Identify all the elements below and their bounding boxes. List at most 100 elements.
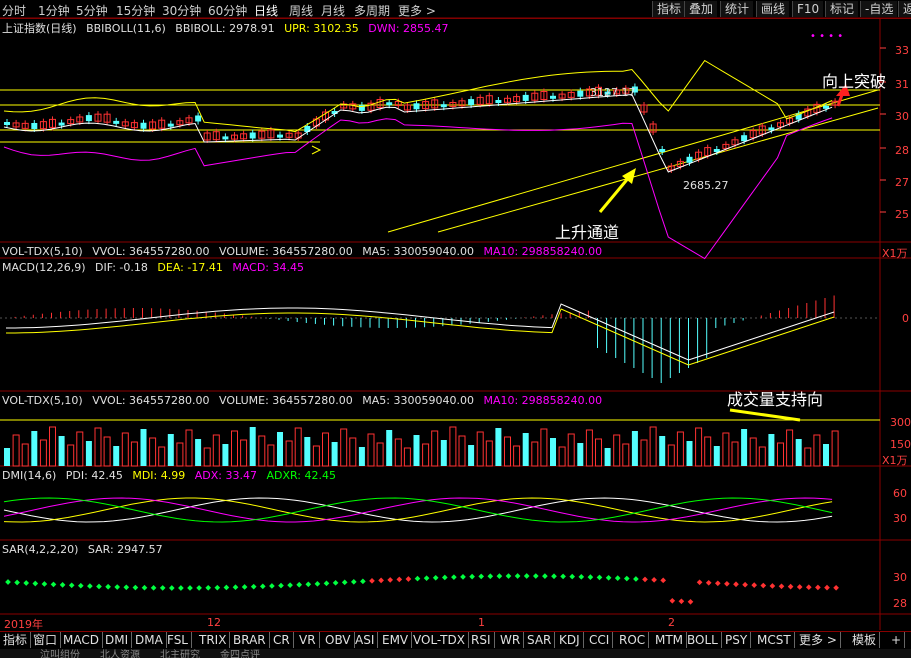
volume-bar: [823, 444, 829, 466]
sar-indicator-name[interactable]: SAR(4,2,2,20): [2, 543, 78, 556]
macd-indicator-name[interactable]: MACD(12,26,9): [2, 261, 86, 274]
candle-body: [577, 90, 584, 97]
tab-template[interactable]: 模板: [849, 632, 881, 648]
sar-dot: [214, 584, 221, 591]
volume-bar: [21, 443, 29, 467]
vol-indicator-name[interactable]: VOL-TDX(5,10): [2, 394, 83, 407]
volume-bar: [277, 432, 283, 466]
volume-bar: [240, 439, 248, 467]
sar-dot: [87, 583, 93, 589]
subbar-item[interactable]: 北主研究: [160, 649, 200, 658]
volume-bar: [4, 448, 10, 466]
tab-vr[interactable]: VR: [296, 632, 320, 648]
volume-bar: [531, 441, 539, 467]
volume-bar: [349, 437, 357, 467]
tab-kdj[interactable]: KDJ: [556, 632, 584, 648]
dmi-line: [3, 497, 833, 523]
tab-psy[interactable]: PSY: [722, 632, 752, 648]
sar-dot: [796, 584, 803, 590]
ma10-value: MA10: 298858240.00: [483, 394, 603, 407]
candle-body: [686, 156, 693, 163]
tab-window[interactable]: 窗口: [30, 632, 62, 648]
tab-dma[interactable]: DMA: [132, 632, 167, 648]
vol-indicator-name[interactable]: VOL-TDX(5,10): [2, 245, 83, 258]
tab-mtm[interactable]: MTM: [652, 632, 688, 648]
sar-dot: [150, 585, 157, 591]
tab-indicator[interactable]: 指标: [0, 632, 32, 648]
sar-dot: [341, 579, 348, 586]
vol-unit-top: X1万: [882, 247, 908, 260]
subbar-item[interactable]: 金四点评: [220, 649, 260, 658]
tab-boll[interactable]: BOLL: [684, 632, 722, 648]
tab-rsi[interactable]: RSI: [468, 632, 495, 648]
sar-dot: [751, 582, 758, 588]
dmi-indicator-name[interactable]: DMI(14,6): [2, 469, 56, 482]
subbar-item[interactable]: 北人资源: [100, 649, 140, 658]
tab-trix[interactable]: TRIX: [196, 632, 231, 648]
volume-bar: [195, 439, 202, 466]
sar-dot: [705, 579, 712, 586]
candle-body: [195, 115, 202, 122]
sar-dot: [314, 580, 321, 587]
vol-unit: X1万: [882, 454, 908, 467]
candle-body: [249, 132, 256, 139]
tab-mcst[interactable]: MCST: [754, 632, 795, 648]
tab-wr[interactable]: WR: [497, 632, 525, 648]
sar-dot: [68, 582, 75, 589]
sar-dot: [596, 574, 603, 581]
sar-dot: [5, 579, 11, 585]
sar-dot: [560, 573, 566, 580]
volume-bar: [222, 444, 229, 466]
volume-bar: [39, 439, 47, 467]
kline-chart-canvas[interactable]: [0, 0, 911, 658]
tab-more-indicators[interactable]: 更多 >: [796, 632, 841, 648]
candle-body: [386, 102, 393, 106]
sar-header: SAR(4,2,2,20) SAR: 2947.57: [2, 542, 169, 558]
volume-bar: [185, 429, 193, 467]
subbar-item[interactable]: 泣叫组份: [40, 649, 80, 658]
candle-body: [277, 134, 283, 138]
tab-asi[interactable]: ASI: [352, 632, 379, 648]
sar-dot: [269, 583, 275, 589]
tab-vol-tdx[interactable]: VOL-TDX: [410, 632, 469, 648]
vol-tick: 300: [890, 416, 911, 429]
channel-line-upper: [437, 107, 879, 233]
volume-bar: [31, 431, 38, 466]
sar-dot: [651, 577, 657, 583]
ma10-value: MA10: 298858240.00: [483, 245, 603, 258]
tab-obv[interactable]: OBV: [322, 632, 355, 648]
sar-dot: [605, 574, 612, 581]
candle-body: [140, 122, 147, 129]
boll-upper: [3, 59, 833, 133]
tab-sar[interactable]: SAR: [524, 632, 556, 648]
candle-body: [741, 135, 748, 142]
tab-macd[interactable]: MACD: [60, 632, 103, 648]
candle-body: [4, 122, 10, 125]
tab-add[interactable]: +: [888, 632, 906, 648]
sar-dot: [114, 584, 121, 590]
tab-brar[interactable]: BRAR: [230, 632, 270, 648]
tab-cr[interactable]: CR: [270, 632, 294, 648]
volume-bar: [312, 445, 320, 467]
tab-fsl[interactable]: FSL: [164, 632, 192, 648]
tab-dmi[interactable]: DMI: [102, 632, 133, 648]
indicator-name[interactable]: BBIBOLL(11,6): [86, 22, 166, 35]
sar-dot: [696, 579, 703, 586]
volume-bar: [667, 444, 675, 467]
sar-dot: [132, 584, 139, 591]
sar-dot: [141, 584, 148, 591]
tab-cci[interactable]: CCI: [586, 632, 614, 648]
candle-body: [58, 122, 65, 126]
volume-bar: [176, 442, 184, 467]
candle-body: [522, 94, 529, 101]
dea-line: [6, 308, 835, 366]
sar-dot: [542, 573, 548, 579]
tab-emv[interactable]: EMV: [379, 632, 413, 648]
volume-bar: [795, 439, 802, 466]
volume-value: VOLUME: 364557280.00: [219, 245, 353, 258]
volume-bar: [831, 430, 839, 467]
tab-roc[interactable]: ROC: [616, 632, 650, 648]
volume-bar: [613, 434, 621, 467]
volume-bar: [231, 430, 238, 467]
volume-bar: [386, 430, 393, 466]
